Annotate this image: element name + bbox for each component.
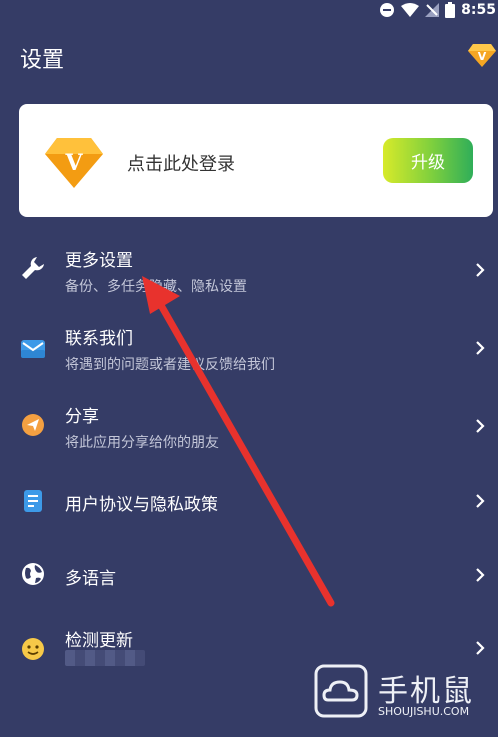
wifi-icon [401, 3, 420, 17]
globe-icon [22, 563, 44, 585]
mail-icon [21, 340, 45, 358]
document-icon [24, 490, 42, 512]
menu-title: 分享 [65, 407, 99, 427]
no-signal-icon [425, 3, 440, 17]
menu-title: 多语言 [65, 569, 116, 589]
watermark-brand: 手机鼠 [378, 674, 474, 709]
smiley-icon [22, 638, 44, 660]
watermark-url: SHOUJISHU.COM [378, 705, 470, 718]
svg-text:V: V [478, 50, 487, 63]
badge-letter: V [64, 150, 83, 176]
vip-diamond-icon[interactable]: V [468, 40, 496, 68]
menu-item-more-settings[interactable]: 更多设置 备份、多任务隐藏、隐私设置 [0, 236, 498, 302]
menu-title: 用户协议与隐私政策 [65, 495, 218, 515]
status-icons: 8:55 [379, 0, 498, 20]
upgrade-button[interactable]: 升级 [383, 138, 473, 183]
menu-title: 更多设置 [65, 251, 133, 271]
status-time: 8:55 [461, 2, 496, 18]
menu-item-contact-us[interactable]: 联系我们 将遇到的问题或者建议反馈给我们 [0, 314, 498, 380]
status-bar: 8:55 [0, 0, 498, 20]
chevron-right-icon [476, 568, 485, 582]
login-card[interactable]: V 点击此处登录 升级 [19, 104, 493, 217]
do-not-disturb-icon [380, 3, 395, 17]
menu-item-language[interactable]: 多语言 [0, 544, 498, 606]
menu-subtitle: 备份、多任务隐藏、隐私设置 [65, 279, 247, 295]
cloud-logo-icon [314, 664, 368, 718]
menu-subtitle: 将此应用分享给你的朋友 [65, 435, 219, 451]
login-prompt[interactable]: 点击此处登录 [127, 150, 235, 176]
chevron-right-icon [476, 263, 485, 277]
watermark: 手机鼠 SHOUJISHU.COM [314, 664, 498, 720]
menu-title: 联系我们 [65, 329, 133, 349]
menu-title: 检测更新 [65, 631, 133, 651]
page-title: 设置 [20, 48, 65, 73]
vip-diamond-icon: V [45, 138, 103, 188]
chevron-right-icon [476, 341, 485, 355]
battery-icon [445, 2, 456, 18]
wrench-icon [22, 257, 44, 279]
share-icon [22, 414, 44, 436]
menu-item-user-agreement[interactable]: 用户协议与隐私政策 [0, 470, 498, 532]
menu-item-share[interactable]: 分享 将此应用分享给你的朋友 [0, 392, 498, 458]
chevron-right-icon [476, 494, 485, 508]
chevron-right-icon [476, 641, 485, 655]
version-text-blurred [65, 650, 145, 666]
chevron-right-icon [476, 419, 485, 433]
menu-subtitle: 将遇到的问题或者建议反馈给我们 [65, 357, 275, 373]
